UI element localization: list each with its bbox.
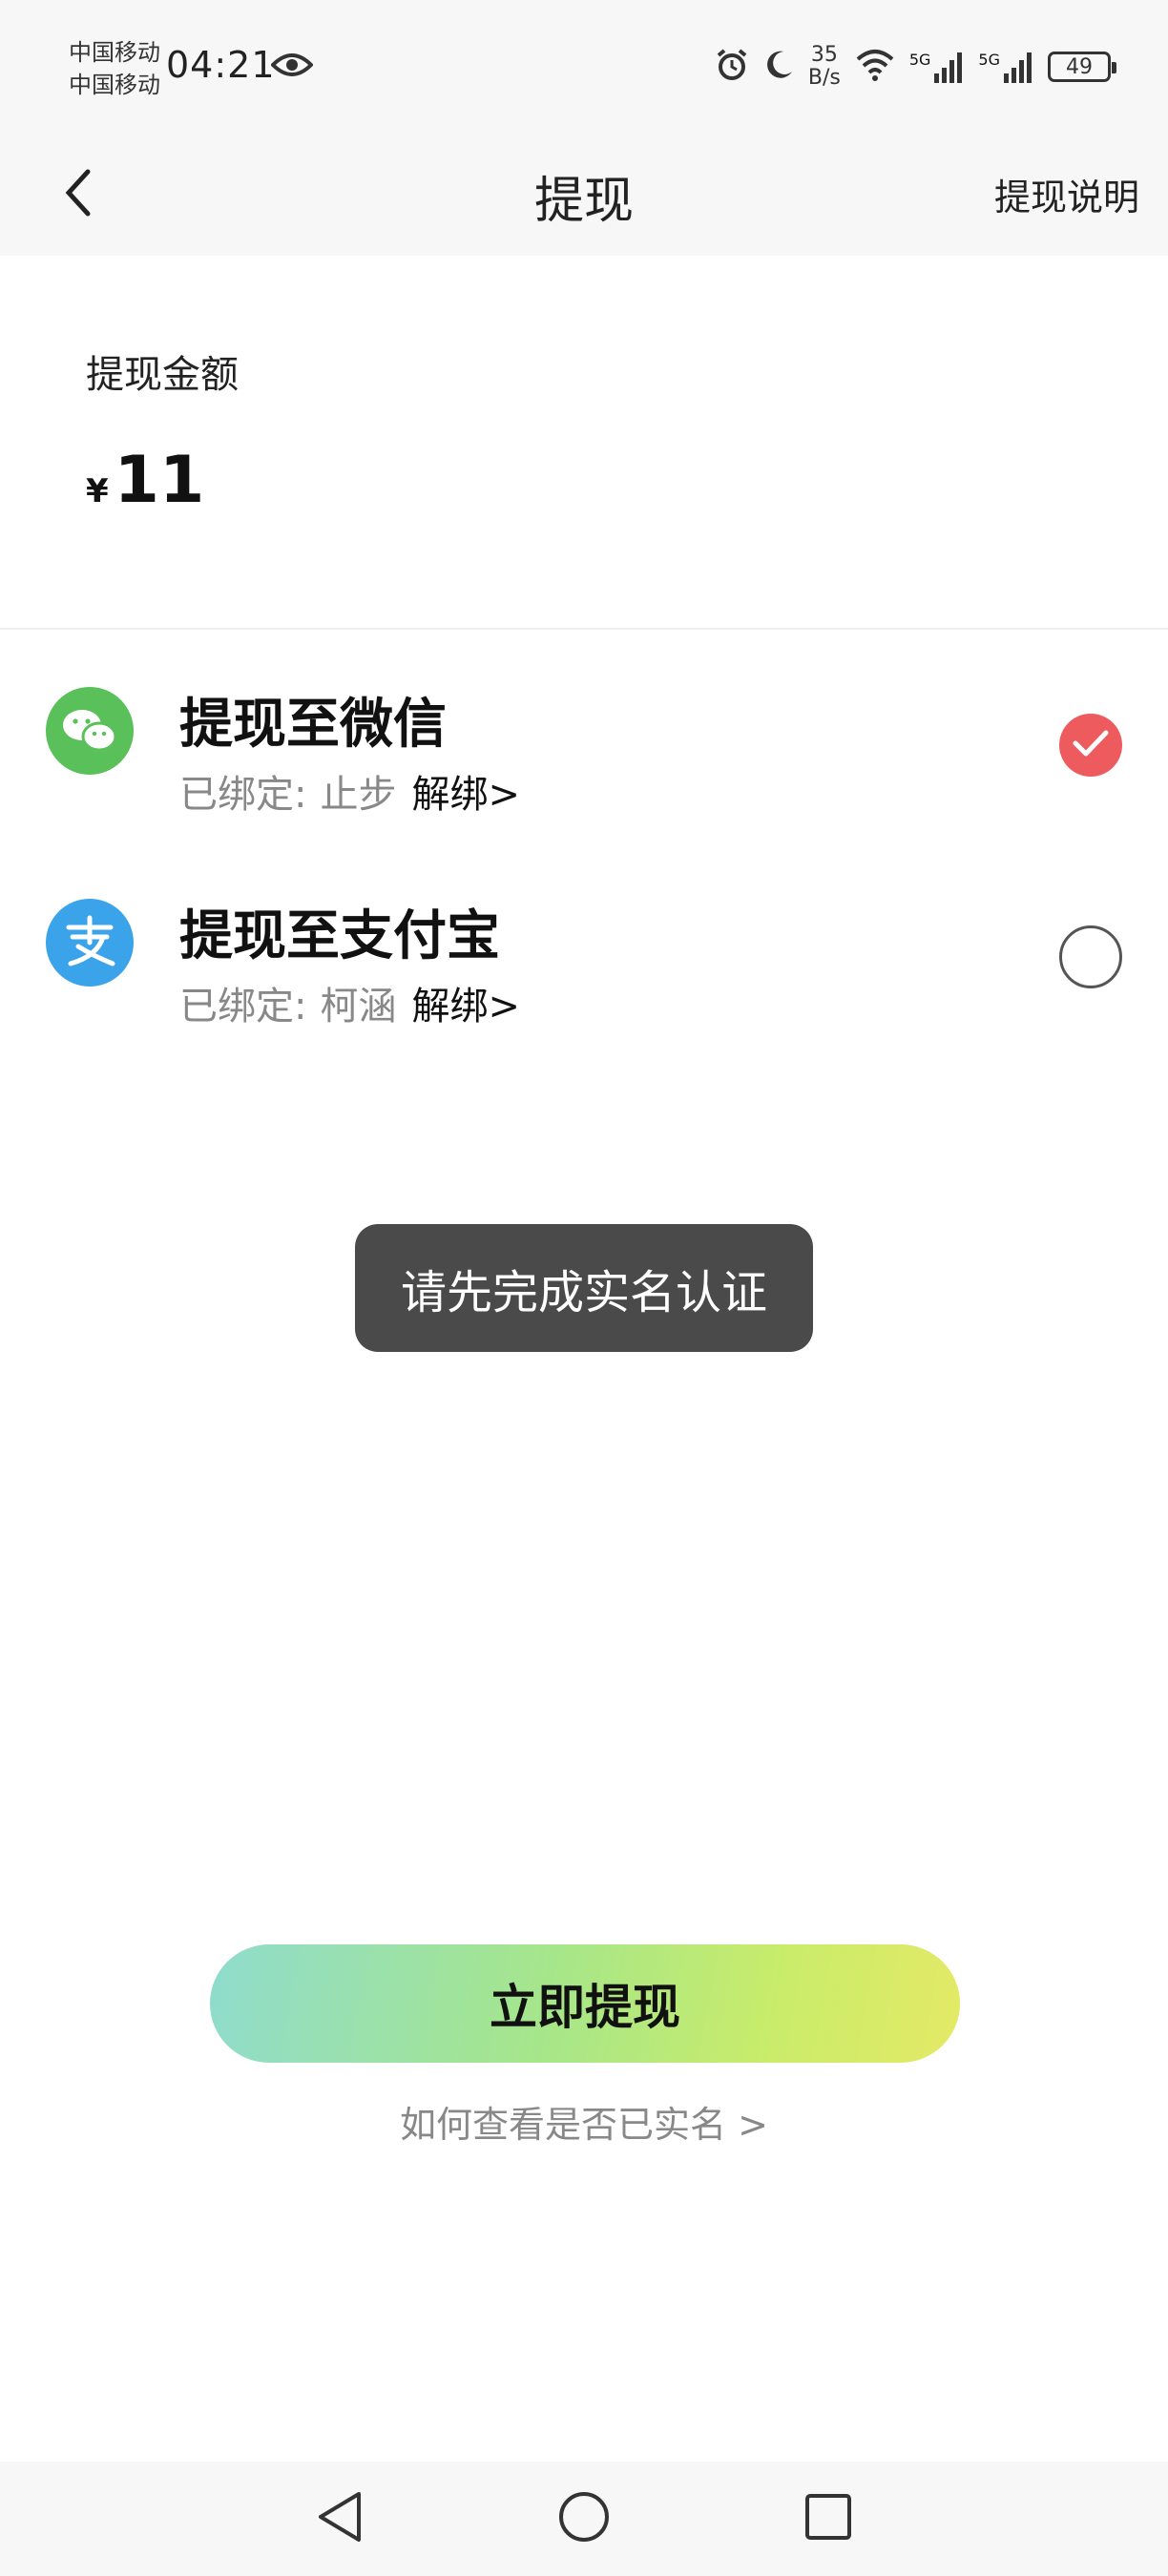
option-alipay[interactable]: 提现至支付宝 已绑定: 柯涵 解绑> <box>0 880 1168 1070</box>
option-bound-info: 已绑定: 止步 解绑> <box>179 763 520 819</box>
net-speed-unit: B/s <box>807 66 841 90</box>
nav-home-button[interactable] <box>544 2479 624 2559</box>
option-title: 提现至微信 <box>179 694 447 756</box>
amount-display: ¥ 11 <box>86 443 204 518</box>
alarm-icon <box>715 48 749 86</box>
status-time: 04:21 <box>166 44 276 86</box>
status-icons: 35 B/s 5G 5G 49 <box>715 38 1116 95</box>
bound-name: 柯涵 <box>320 985 397 1028</box>
carrier-1: 中国移动 <box>69 39 160 66</box>
battery-level: 49 <box>1066 54 1093 79</box>
net-speed-value: 35 <box>810 43 838 67</box>
circle-home-icon <box>555 2488 613 2549</box>
system-nav-bar <box>0 2462 1168 2576</box>
chevron-left-icon <box>61 166 95 223</box>
option-title: 提现至支付宝 <box>179 905 500 967</box>
withdraw-now-button[interactable]: 立即提现 <box>210 1944 960 2063</box>
withdraw-page: 中国移动 中国移动 04:21 35 B/s 5G 5G 49 提现 提现说明 … <box>0 0 1168 2576</box>
currency-symbol: ¥ <box>86 472 109 510</box>
nav-bar: 提现 提现说明 <box>0 134 1168 256</box>
nav-recents-button[interactable] <box>788 2479 868 2559</box>
battery-icon: 49 <box>1048 52 1116 82</box>
check-icon <box>1072 728 1110 762</box>
status-bar: 中国移动 中国移动 04:21 35 B/s 5G 5G 49 <box>0 0 1168 134</box>
real-name-help-link[interactable]: 如何查看是否已实名 > <box>0 2095 1168 2148</box>
option-bound-info: 已绑定: 柯涵 解绑> <box>179 975 520 1030</box>
signal-icon-2: 5G <box>978 51 1034 83</box>
option-wechat[interactable]: 提现至微信 已绑定: 止步 解绑> <box>0 668 1168 859</box>
radio-selected[interactable] <box>1059 714 1122 777</box>
bound-label: 已绑定: <box>179 773 307 817</box>
withdraw-info-link[interactable]: 提现说明 <box>994 168 1139 220</box>
radio-unselected[interactable] <box>1059 925 1122 988</box>
signal-2-label: 5G <box>978 51 1000 69</box>
alipay-icon <box>46 899 134 987</box>
divider <box>0 628 1168 630</box>
eye-icon <box>270 52 314 82</box>
page-title: 提现 <box>533 173 634 230</box>
wechat-icon <box>46 687 134 775</box>
toast-message: 请先完成实名认证 <box>355 1224 813 1352</box>
carrier-labels: 中国移动 中国移动 <box>69 36 160 101</box>
carrier-2: 中国移动 <box>69 72 160 98</box>
amount-value: 11 <box>114 443 205 518</box>
back-button[interactable] <box>38 155 118 235</box>
wifi-icon <box>854 48 896 86</box>
square-recents-icon <box>802 2490 855 2547</box>
net-speed: 35 B/s <box>808 44 841 90</box>
bound-name: 止步 <box>320 773 397 817</box>
signal-icon: 5G <box>909 51 966 83</box>
unbind-link[interactable]: 解绑> <box>411 773 520 817</box>
nav-back-button[interactable] <box>300 2479 380 2559</box>
signal-1-label: 5G <box>908 51 931 69</box>
bound-label: 已绑定: <box>179 985 307 1028</box>
moon-icon <box>762 49 795 85</box>
amount-label: 提现金额 <box>86 353 239 397</box>
unbind-link[interactable]: 解绑> <box>411 985 520 1028</box>
triangle-back-icon <box>313 2488 366 2549</box>
